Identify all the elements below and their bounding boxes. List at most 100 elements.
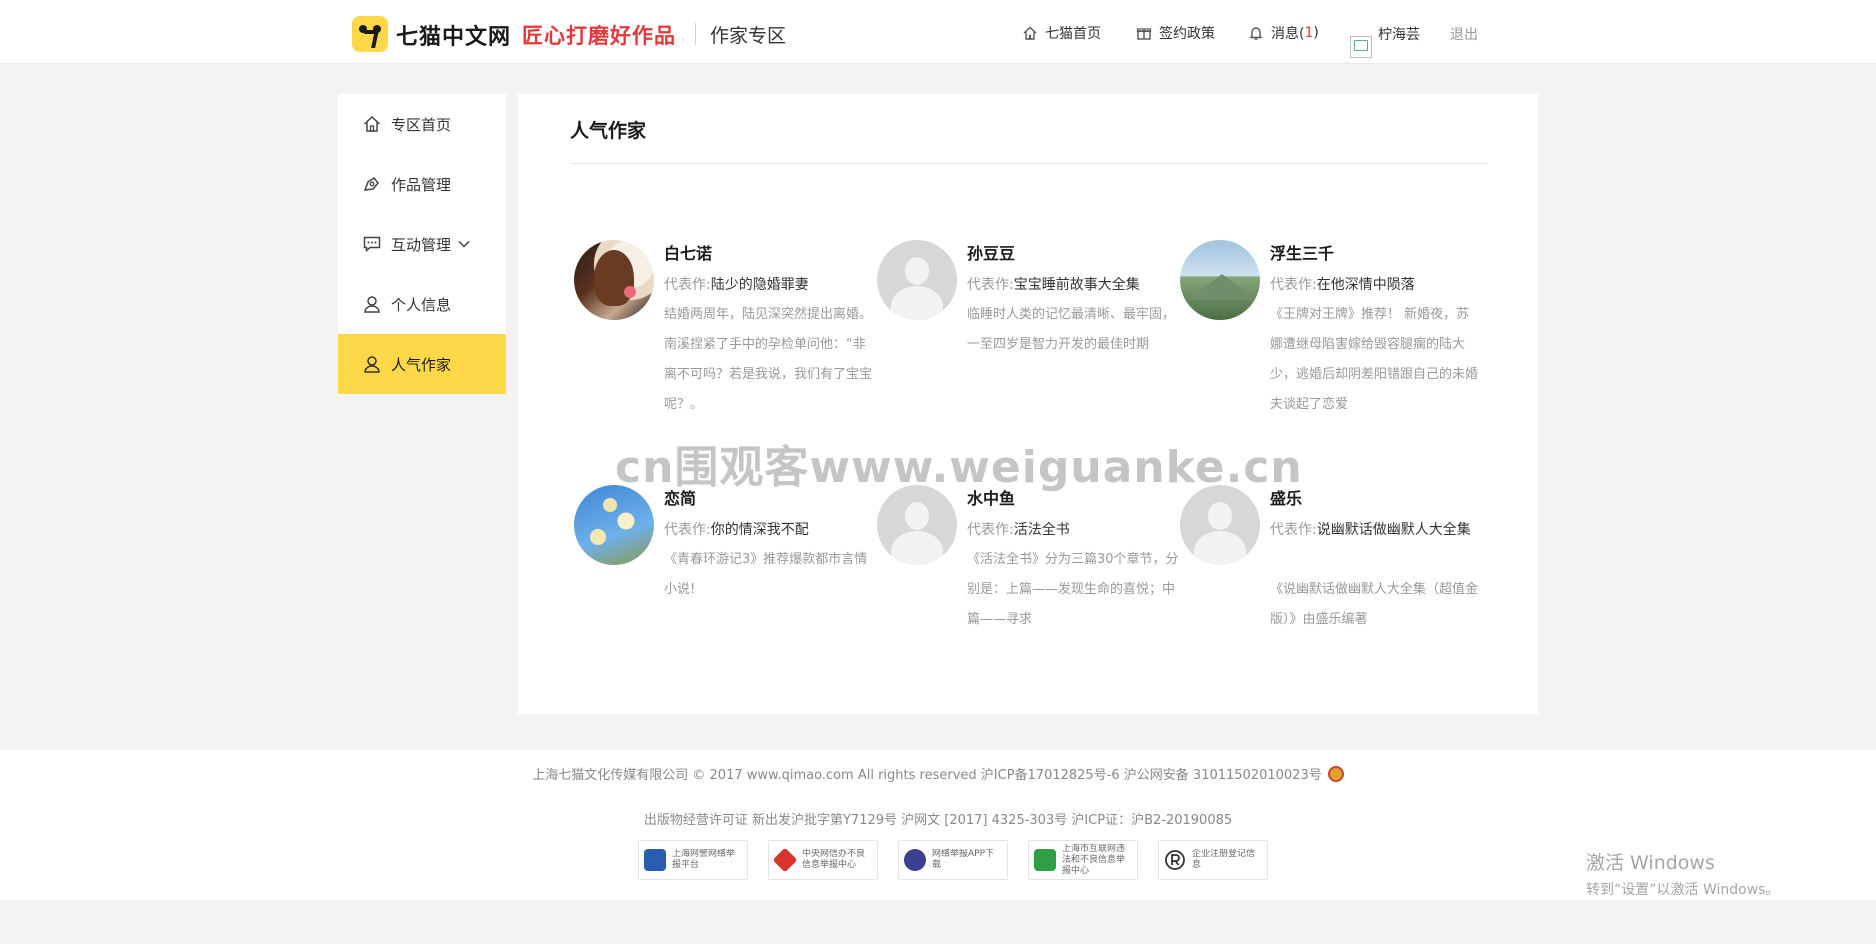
zone-title: 作家专区 [710, 25, 787, 47]
footer-copyright: 上海七猫文化传媒有限公司 © 2017 www.qimao.com All ri… [0, 764, 1876, 783]
representative-work: 代表作:活法全书 [967, 515, 1179, 545]
sidebar-item-works[interactable]: 作品管理 [338, 154, 506, 214]
main-panel: 人气作家 白七诺 代表作:陆少的隐婚罪妻 结婚两周年，陆见深突然提出离婚。南溪捏… [518, 94, 1538, 714]
sidebar-item-label: 作品管理 [391, 175, 452, 194]
author-card[interactable]: 浮生三千 代表作:在他深情中陨落 《王牌对王牌》推荐！ 新婚夜，苏娜遭继母陷害嫁… [1180, 240, 1482, 412]
work-title[interactable]: 你的情深我不配 [711, 522, 809, 538]
author-name[interactable]: 白七诺 [664, 240, 712, 264]
nav-qimao-home[interactable]: 七猫首页 [1022, 22, 1101, 44]
author-avatar[interactable] [574, 485, 654, 565]
sidebar-item-zone-home[interactable]: 专区首页 [338, 94, 506, 154]
author-card[interactable]: 水中鱼 代表作:活法全书 《活法全书》分为三篇30个章节，分别是：上篇——发现生… [877, 485, 1179, 655]
bell-icon [1249, 27, 1263, 40]
home-icon [1023, 26, 1037, 40]
sidebar-item-label: 个人信息 [391, 295, 452, 314]
work-title[interactable]: 陆少的隐婚罪妻 [711, 277, 809, 293]
user-icon [364, 356, 380, 373]
police-badge-icon[interactable] [1327, 766, 1344, 782]
work-description: 《王牌对王牌》推荐！ 新婚夜，苏娜遭继母陷害嫁给毁容腿瘸的陆大少，逃婚后却阴差阳… [1270, 307, 1479, 412]
author-card[interactable]: 白七诺 代表作:陆少的隐婚罪妻 结婚两周年，陆见深突然提出离婚。南溪捏紧了手中的… [574, 240, 874, 412]
footer-badge[interactable]: 中央网信办不良信息举报中心 [768, 840, 878, 880]
home-icon [363, 115, 381, 132]
sidebar-item-label: 人气作家 [391, 355, 452, 374]
sidebar: 专区首页 作品管理 互动管理 个人信息 人气作家 [338, 94, 506, 394]
username[interactable]: 柠海芸 [1378, 24, 1420, 44]
work-title[interactable]: 说幽默话做幽默人大全集 [1317, 522, 1471, 538]
registered-badge-icon [1165, 850, 1185, 870]
representative-work: 代表作:宝宝睡前故事大全集 [967, 270, 1179, 300]
work-description: 《青春环游记3》推荐爆款都市言情小说! [664, 552, 868, 597]
footer-licenses: 出版物经营许可证 新出发沪批字第Y7129号 沪网文 [2017] 4325-3… [643, 813, 1233, 828]
footer-badge[interactable]: 上海网警网络举报平台 [638, 840, 748, 880]
nav-messages[interactable]: 消息(1) [1248, 22, 1319, 44]
app-badge-icon [904, 849, 926, 871]
footer-badge[interactable]: 网络举报APP下载 [898, 840, 1008, 880]
report-badge-icon [772, 847, 798, 873]
representative-work: 代表作:说幽默话做幽默人大全集 [1270, 515, 1482, 545]
nav-contract-policy-label: 签约政策 [1159, 26, 1215, 42]
qimao-logo-icon[interactable] [352, 16, 388, 52]
message-count-badge: 1 [1304, 25, 1314, 41]
author-avatar[interactable] [877, 485, 957, 565]
nav-qimao-home-label: 七猫首页 [1045, 26, 1101, 42]
work-description: 《说幽默话做幽默人大全集（超值金版）》由盛乐编著 [1270, 582, 1479, 627]
sidebar-item-label: 专区首页 [391, 115, 452, 134]
author-card[interactable]: 孙豆豆 代表作:宝宝睡前故事大全集 临睡时人类的记忆最清晰、最牢固，一至四岁是智… [877, 240, 1177, 410]
shanghai-report-badge-icon [1034, 849, 1056, 871]
comment-icon [363, 236, 381, 253]
chevron-down-icon [458, 240, 470, 248]
nav-messages-label: 消息( [1271, 26, 1305, 42]
top-header: 七猫中文网 匠心打磨好作品 作家专区 七猫首页 签约政策 消息(1) 柠海芸 退… [0, 0, 1876, 64]
logout-link[interactable]: 退出 [1450, 24, 1478, 44]
work-title[interactable]: 活法全书 [1014, 522, 1070, 538]
author-avatar[interactable] [574, 240, 654, 320]
author-name[interactable]: 孙豆豆 [967, 240, 1015, 264]
representative-work: 代表作:你的情深我不配 [664, 515, 876, 545]
representative-work: 代表作:在他深情中陨落 [1270, 270, 1482, 300]
footer-badge[interactable]: 上海市互联网违法和不良信息举报中心 [1028, 840, 1138, 880]
rep-label: 代表作: [1270, 277, 1317, 293]
footer-badge-label: 网络举报APP下载 [932, 849, 995, 870]
footer-badges: 上海网警网络举报平台 中央网信办不良信息举报中心 网络举报APP下载 上海市互联… [638, 840, 1268, 880]
rep-label: 代表作: [664, 522, 711, 538]
work-description: 《活法全书》分为三篇30个章节，分别是：上篇——发现生命的喜悦；中篇——寻求 [967, 552, 1179, 627]
shield-badge-icon [644, 849, 666, 871]
page-title: 人气作家 [570, 120, 647, 142]
rep-label: 代表作: [664, 277, 711, 293]
sidebar-item-interaction[interactable]: 互动管理 [338, 214, 506, 274]
windows-activation-notice: 激活 Windows 转到“设置”以激活 Windows。 [1586, 848, 1779, 899]
author-avatar[interactable] [877, 240, 957, 320]
footer-badge-label: 中央网信办不良信息举报中心 [802, 849, 866, 870]
windows-activation-title: 激活 Windows [1586, 852, 1715, 874]
author-card[interactable]: 恋简 代表作:你的情深我不配 《青春环游记3》推荐爆款都市言情小说! [574, 485, 874, 655]
nav-messages-close: ) [1313, 25, 1319, 41]
footer-badge[interactable]: 企业注册登记信息 [1158, 840, 1268, 880]
header-divider [695, 23, 696, 45]
rep-label: 代表作: [967, 522, 1014, 538]
brand-slogan: 匠心打磨好作品 [522, 24, 676, 48]
sidebar-item-popular-authors[interactable]: 人气作家 [338, 334, 506, 394]
sidebar-item-label: 互动管理 [391, 235, 452, 254]
work-title[interactable]: 宝宝睡前故事大全集 [1014, 277, 1140, 293]
brand-name[interactable]: 七猫中文网 [396, 19, 511, 51]
user-icon [364, 296, 380, 313]
work-description: 临睡时人类的记忆最清晰、最牢固，一至四岁是智力开发的最佳时期 [967, 307, 1176, 352]
footer-copyright-text: 上海七猫文化传媒有限公司 © 2017 www.qimao.com All ri… [532, 768, 1322, 783]
footer-badge-label: 上海市互联网违法和不良信息举报中心 [1062, 843, 1126, 876]
work-description: 结婚两周年，陆见深突然提出离婚。南溪捏紧了手中的孕检单问他：“非离不可吗？若是我… [664, 307, 873, 412]
title-divider [570, 163, 1488, 164]
windows-activation-subtitle: 转到“设置”以激活 Windows。 [1586, 882, 1780, 898]
sidebar-item-profile[interactable]: 个人信息 [338, 274, 506, 334]
author-name[interactable]: 浮生三千 [1270, 240, 1334, 264]
site-watermark: cn围观客www.weiguanke.cn [615, 442, 1303, 493]
footer-badge-label: 企业注册登记信息 [1192, 849, 1256, 870]
user-avatar[interactable] [1350, 36, 1372, 58]
author-avatar[interactable] [1180, 485, 1260, 565]
footer-badge-label: 上海网警网络举报平台 [672, 849, 736, 870]
rep-label: 代表作: [967, 277, 1014, 293]
nav-contract-policy[interactable]: 签约政策 [1136, 22, 1215, 44]
author-avatar[interactable] [1180, 240, 1260, 320]
work-title[interactable]: 在他深情中陨落 [1317, 277, 1415, 293]
pen-icon [363, 176, 379, 191]
author-card[interactable]: 盛乐 代表作:说幽默话做幽默人大全集 《说幽默话做幽默人大全集（超值金版）》由盛… [1180, 485, 1480, 655]
